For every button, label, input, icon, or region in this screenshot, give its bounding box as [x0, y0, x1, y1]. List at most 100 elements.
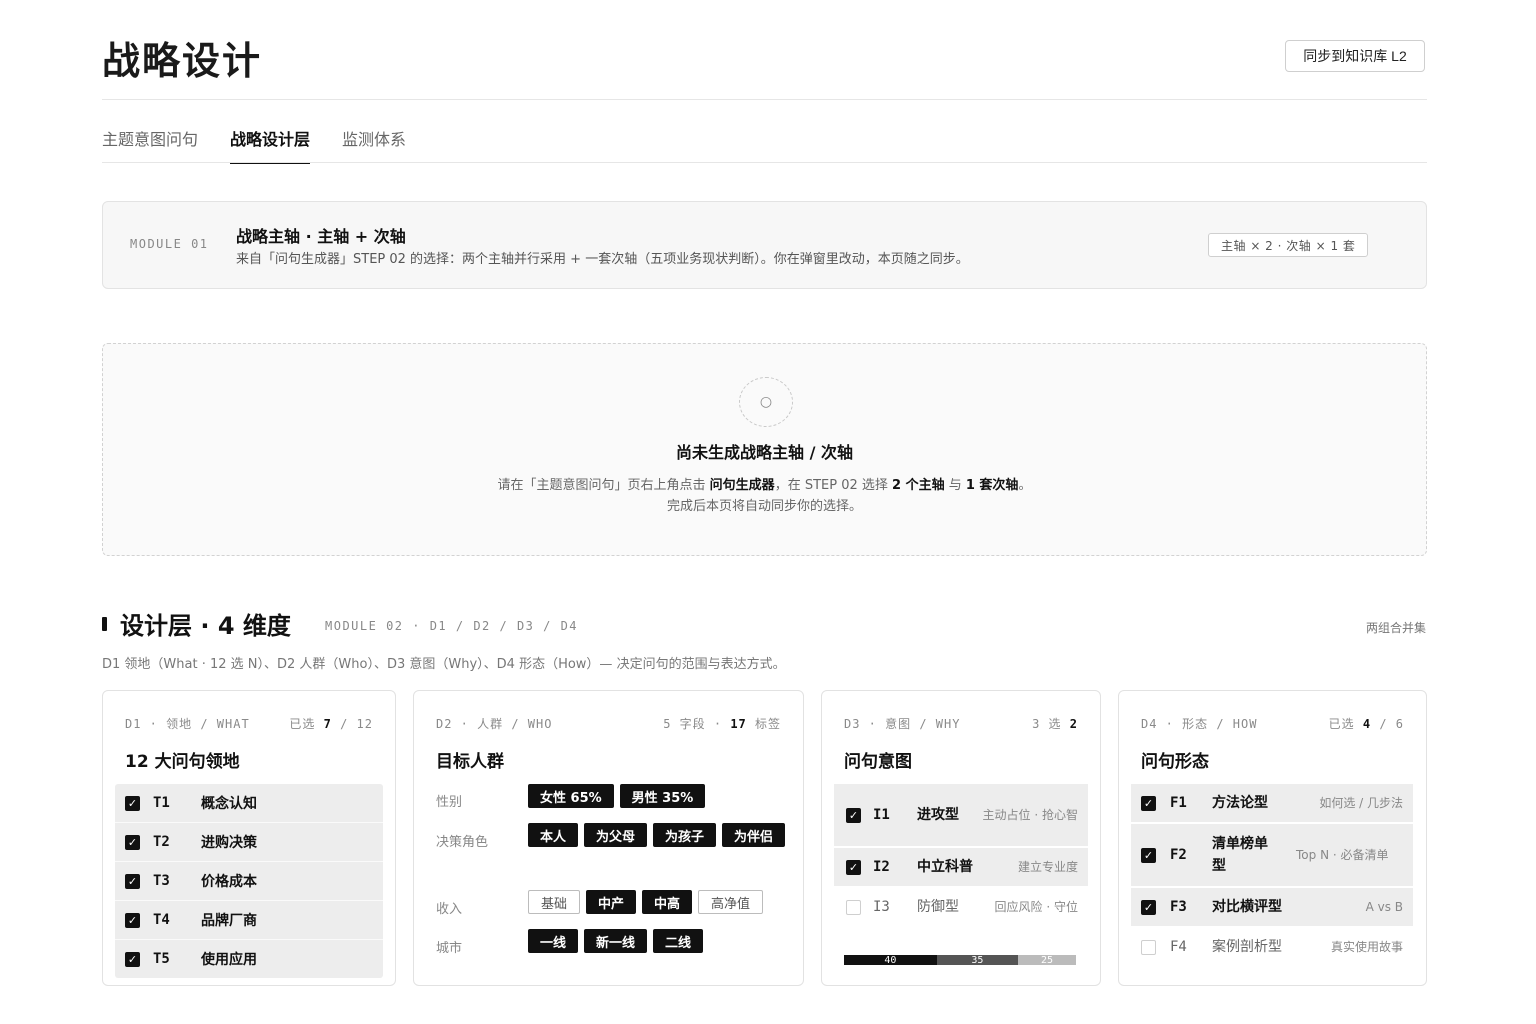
- item-code: F3: [1170, 899, 1187, 915]
- item-code: F4: [1170, 939, 1187, 955]
- tag-chip[interactable]: 一线: [528, 929, 579, 953]
- list-item[interactable]: ✓ T2 进购决策: [115, 823, 383, 862]
- checkbox-checked-icon[interactable]: ✓: [125, 873, 140, 889]
- selection-count: 3 选 2: [1032, 717, 1078, 731]
- module02-description: D1 领地（What · 12 选 N）、D2 人群（Who）、D3 意图（Wh…: [102, 657, 786, 672]
- list-item[interactable]: I3 防御型 回应风险 · 守位: [834, 888, 1088, 926]
- tab-topic-intent-questions[interactable]: 主题意图问句: [102, 126, 198, 164]
- list-item[interactable]: ✓ F3 对比横评型 A vs B: [1131, 888, 1413, 926]
- card-header: D1 · 领地 / WHAT 已选 7 / 12: [125, 715, 373, 732]
- tag-chip[interactable]: 中产: [586, 890, 637, 914]
- item-label: 价格成本: [201, 874, 257, 890]
- card-d4-form: D4 · 形态 / HOW 已选 4 / 6 问句形态 ✓ F1 方法论型 如何选 /…: [1118, 690, 1427, 986]
- tag-chip[interactable]: 高净值: [698, 890, 764, 914]
- dimension-label: D4 · 形态 / HOW: [1141, 717, 1258, 731]
- question-generator-link: 问句生成器: [709, 478, 775, 493]
- checkbox-checked-icon[interactable]: ✓: [846, 807, 861, 823]
- module01-title: 战略主轴 · 主轴 + 次轴: [236, 227, 406, 246]
- checkbox-checked-icon[interactable]: ✓: [125, 795, 140, 811]
- item-label: 方法论型: [1212, 795, 1268, 811]
- checkbox-checked-icon[interactable]: ✓: [125, 834, 140, 850]
- item-code: I1: [873, 807, 890, 823]
- header-divider: [102, 99, 1427, 100]
- tag-chip[interactable]: 为孩子: [653, 823, 717, 847]
- intent-distribution-segment-3: 25: [1017, 955, 1076, 966]
- empty-state-title: 尚未生成战略主轴 / 次轴: [676, 443, 853, 462]
- empty-state-panel: ○ 尚未生成战略主轴 / 次轴 请在「主题意图问句」页右上角点击 问句生成器，在…: [102, 343, 1427, 556]
- sub-axis-count: 1 套次轴: [965, 478, 1019, 493]
- decision-role-tags: 本人 为父母 为孩子 为伴侣: [528, 823, 788, 847]
- city-label: 城市: [436, 941, 463, 956]
- checkbox-checked-icon[interactable]: ✓: [125, 912, 140, 928]
- item-label: 进攻型: [917, 807, 959, 823]
- dimension-label: D1 · 领地 / WHAT: [125, 717, 250, 731]
- item-code: T1: [153, 795, 170, 811]
- circle-icon: ○: [739, 377, 793, 427]
- checkbox-checked-icon[interactable]: ✓: [846, 859, 861, 875]
- item-label: 中立科普: [917, 859, 973, 875]
- intent-distribution-bar: 40 35 25: [844, 955, 1076, 966]
- item-code: F1: [1170, 795, 1187, 811]
- checkbox-checked-icon[interactable]: ✓: [1141, 795, 1156, 811]
- list-item[interactable]: ✓ T5 使用应用: [115, 940, 383, 978]
- main-axis-count: 2 个主轴: [892, 478, 945, 493]
- item-code: T2: [153, 834, 170, 850]
- city-tags: 一线 新一线 二线: [528, 929, 788, 953]
- tab-monitoring-system[interactable]: 监测体系: [342, 126, 406, 164]
- tag-chip[interactable]: 新一线: [584, 929, 648, 953]
- checkbox-checked-icon[interactable]: ✓: [125, 951, 140, 967]
- tag-chip[interactable]: 为父母: [584, 823, 648, 847]
- card-d3-intent: D3 · 意图 / WHY 3 选 2 问句意图 ✓ I1 进攻型 主动占位 · 抢心…: [821, 690, 1101, 986]
- dimension-label: D3 · 意图 / WHY: [844, 717, 961, 731]
- tab-bar: 主题意图问句 战略设计层 监测体系: [102, 126, 406, 164]
- tag-chip[interactable]: 二线: [653, 929, 704, 953]
- list-item[interactable]: ✓ T1 概念认知: [115, 784, 383, 823]
- tag-chip[interactable]: 男性 35%: [619, 784, 706, 808]
- item-note: A vs B: [1365, 900, 1403, 914]
- module01-tag: MODULE 01: [130, 237, 209, 251]
- list-item[interactable]: ✓ F1 方法论型 如何选 / 几步法: [1131, 784, 1413, 822]
- list-item[interactable]: ✓ T4 品牌厂商: [115, 901, 383, 940]
- instruction-text: ，在 STEP 02 选择: [774, 478, 893, 493]
- tab-divider: [102, 162, 1427, 163]
- empty-state-instruction: 请在「主题意图问句」页右上角点击 问句生成器，在 STEP 02 选择 2 个主…: [103, 474, 1426, 493]
- checkbox-checked-icon[interactable]: ✓: [1141, 899, 1156, 915]
- item-note: 真实使用故事: [1330, 940, 1403, 954]
- item-note: Top N · 必备清单: [1296, 848, 1389, 862]
- card-title: 问句形态: [1141, 752, 1209, 772]
- card-header: D3 · 意图 / WHY 3 选 2: [844, 715, 1078, 732]
- gender-label: 性别: [436, 795, 463, 810]
- checkbox-unchecked-icon[interactable]: [846, 899, 861, 915]
- union-label: 两组合并集: [1365, 621, 1426, 635]
- item-code: T4: [153, 912, 170, 928]
- field-tag-count: 5 字段 · 17 标签: [663, 717, 781, 731]
- tag-chip[interactable]: 女性 65%: [528, 784, 614, 808]
- tag-chip[interactable]: 基础: [528, 890, 581, 914]
- tag-chip[interactable]: 为伴侣: [722, 823, 786, 847]
- module02-subtitle: MODULE 02 · D1 / D2 / D3 / D4: [325, 619, 579, 633]
- item-label: 对比横评型: [1212, 899, 1282, 915]
- item-code: I2: [873, 859, 890, 875]
- item-label: 清单榜单型: [1212, 836, 1268, 874]
- tag-chip[interactable]: 中高: [642, 890, 693, 914]
- list-item[interactable]: ✓ I2 中立科普 建立专业度: [834, 848, 1088, 886]
- tag-chip[interactable]: 本人: [528, 823, 579, 847]
- module02-title: 设计层 · 4 维度: [120, 612, 291, 640]
- sync-to-knowledge-base-button[interactable]: 同步到知识库 L2: [1285, 40, 1425, 72]
- card-header: D4 · 形态 / HOW 已选 4 / 6: [1141, 715, 1404, 732]
- checkbox-checked-icon[interactable]: ✓: [1141, 847, 1156, 863]
- module01-panel: MODULE 01 战略主轴 · 主轴 + 次轴 来自「问句生成器」STEP 0…: [102, 201, 1427, 289]
- list-item[interactable]: ✓ I1 进攻型 主动占位 · 抢心智: [834, 784, 1088, 846]
- item-label: 使用应用: [201, 952, 257, 968]
- card-d1-territory: D1 · 领地 / WHAT 已选 7 / 12 12 大问句领地 ✓ T1 概念认…: [102, 690, 396, 986]
- list-item[interactable]: F4 案例剖析型 真实使用故事: [1131, 928, 1413, 966]
- list-item[interactable]: ✓ T3 价格成本: [115, 862, 383, 901]
- instruction-text: 请在「主题意图问句」页右上角点击: [497, 478, 710, 493]
- card-header: D2 · 人群 / WHO 5 字段 · 17 标签: [436, 715, 781, 732]
- tab-strategy-design-layer[interactable]: 战略设计层: [230, 126, 311, 164]
- checkbox-unchecked-icon[interactable]: [1141, 939, 1156, 955]
- list-item[interactable]: ✓ F2 清单榜单型 Top N · 必备清单: [1131, 824, 1413, 886]
- item-code: F2: [1170, 847, 1187, 863]
- selection-count: 已选 7 / 12: [289, 717, 373, 731]
- item-label: 案例剖析型: [1212, 939, 1282, 955]
